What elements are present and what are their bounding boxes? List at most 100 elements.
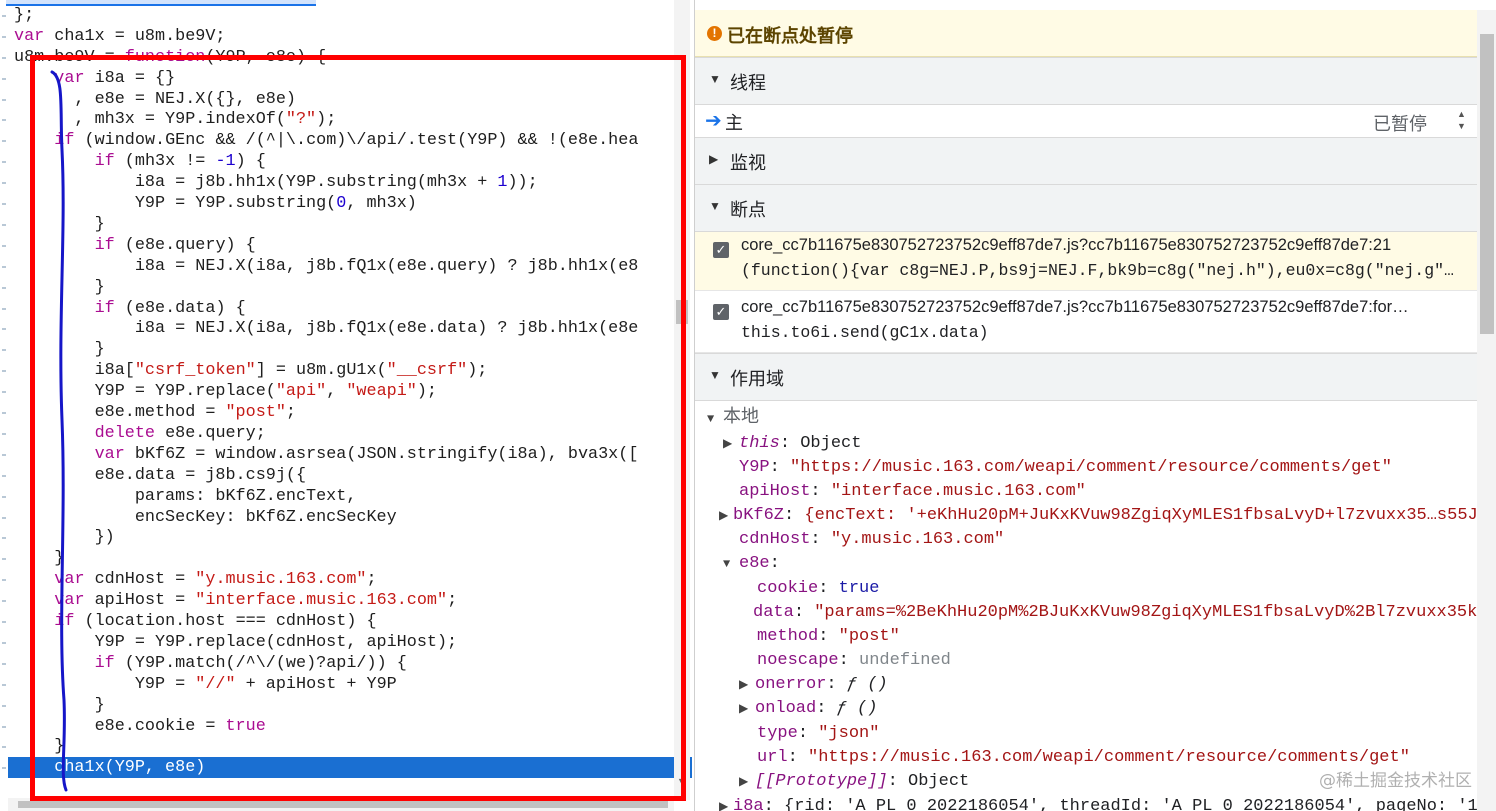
code-line[interactable]: if (Y9P.match(/^\/(we)?api/)) { [14,653,407,674]
prop-value: {encText: '+eKhHu20pM+JuKxKVuw98ZgiqXyML… [804,506,1488,525]
scrollbar-thumb[interactable] [676,300,688,324]
scope-prop-e8e[interactable]: ▼ e8e: [723,552,780,576]
spin-arrows-icon[interactable]: ▲ ▼ [1457,108,1466,132]
scope-prop-i8a[interactable]: ▶ i8a: {rid: 'A_PL_0_2022186054', threadI… [719,795,1478,811]
watch-section-header[interactable]: ▶ 监视 [695,137,1477,185]
code-line[interactable]: , e8e = NEJ.X({}, e8e) [14,89,296,110]
breakpoint-code: this.to6i.send(gC1x.data) [741,323,989,342]
threads-section-header[interactable]: ▼ 线程 [695,57,1477,105]
code-line[interactable]: } [14,214,105,235]
scope-prop-type[interactable]: type: "json" [757,722,879,746]
scroll-down-icon[interactable]: ▼ [677,776,686,786]
gutter-mark [2,391,6,394]
debugger-scrollbar[interactable] [1477,10,1496,811]
gutter-mark [2,307,6,310]
code-line[interactable]: delete e8e.query; [14,423,266,444]
code-horizontal-scrollbar[interactable] [8,798,674,811]
code-line[interactable]: i8a = NEJ.X(i8a, j8b.fQ1x(e8e.query) ? j… [14,256,639,277]
code-line[interactable]: u8m.be9V = function(Y9P, e8e) { [14,47,326,68]
scope-prop-method[interactable]: method: "post" [757,625,900,649]
source-code-panel[interactable]: }; var cha1x = u8m.be9V; u8m.be9V = functi… [0,0,692,811]
scope-prop-onerror[interactable]: ▶ onerror: ƒ () [739,673,888,697]
scope-prop-this[interactable]: ▶ this: Object [723,432,861,456]
current-thread-arrow-icon: ➔ [705,110,722,132]
code-line[interactable]: var apiHost = "interface.music.163.com"; [14,590,457,611]
scope-prop-apiHost[interactable]: apiHost: "interface.music.163.com" [739,480,1086,504]
prop-key: [[Prototype]] [755,772,888,791]
breakpoint-checkbox[interactable]: ✓ [713,304,729,320]
code-line[interactable]: e8e.cookie = true [14,716,266,737]
code-line[interactable]: } [14,277,105,298]
scope-prop-url[interactable]: url: "https://music.163.com/weapi/commen… [757,746,1410,770]
current-execution-line[interactable]: cha1x(Y9P, e8e) [8,757,692,779]
code-line[interactable]: , mh3x = Y9P.indexOf("?"); [14,109,336,130]
code-line[interactable]: if (e8e.query) { [14,235,256,256]
code-token: var [94,444,125,464]
scope-section-header[interactable]: ▼ 作用域 [695,353,1477,401]
code-line[interactable]: i8a = NEJ.X(i8a, j8b.fQ1x(e8e.data) ? j8… [14,318,639,339]
code-token: -1 [215,152,236,172]
prop-value: "https://music.163.com/weapi/comment/res… [790,458,1392,477]
scrollbar-thumb[interactable] [1480,34,1494,334]
code-line[interactable]: var cdnHost = "y.music.163.com"; [14,569,376,590]
code-line[interactable]: } [14,736,64,757]
code-line[interactable]: }; [14,5,34,26]
gutter-mark [2,558,6,561]
prop-key: onload [755,699,817,718]
code-line[interactable]: } [14,339,105,360]
gutter-mark [2,203,6,205]
prop-value: Object [800,434,862,453]
code-line[interactable]: }) [14,527,115,548]
prop-key: data [753,603,794,622]
code-line[interactable]: e8e.data = j8b.cs9j({ [14,465,306,486]
scope-prop-cookie[interactable]: cookie: true [757,577,879,601]
scope-prop-data[interactable]: data: "params=%2BeKhHu20pM%2BJuKxKVuw98Z… [753,601,1488,625]
code-line[interactable]: if (mh3x != -1) { [14,151,266,172]
breakpoint-item[interactable]: ✓ core_cc7b11675e830752723752c9eff87de7.… [695,232,1480,291]
code-line[interactable]: if (location.host === cdnHost) { [14,611,376,632]
breakpoint-checkbox[interactable]: ✓ [713,242,729,258]
code-line[interactable]: if (e8e.data) { [14,298,246,319]
prop-value: "y.music.163.com" [830,530,1005,549]
scope-prop-bKf6Z[interactable]: ▶ bKf6Z: {encText: '+eKhHu20pM+JuKxKVuw98… [719,504,1488,528]
code-line[interactable]: e8e.method = "post"; [14,402,296,423]
code-line[interactable]: } [14,548,64,569]
breakpoints-section-header[interactable]: ▼ 断点 [695,184,1477,232]
code-line[interactable]: var bKf6Z = window.asrsea(JSON.stringify… [14,444,639,465]
code-line[interactable]: Y9P = Y9P.substring(0, mh3x) [14,193,417,214]
code-token: i8a = NEJ.X(i8a, j8b.fQ1x(e8e.query) ? j… [14,256,639,276]
code-line[interactable]: Y9P = Y9P.replace("api", "weapi"); [14,381,437,402]
gutter-mark [2,56,6,59]
code-line[interactable]: } [14,695,105,716]
gutter-mark [2,14,6,17]
scrollbar-thumb[interactable] [18,801,668,808]
code-line[interactable]: if (window.GEnc && /(^|\.com)\/api/.test… [14,130,638,151]
code-line[interactable]: Y9P = Y9P.replace(cdnHost, apiHost); [14,632,458,653]
scope-prop-noescape[interactable]: noescape: undefined [757,649,951,673]
scope-prop-prototype[interactable]: ▶ [[Prototype]]: Object [739,770,969,794]
gutter-mark [2,641,6,644]
paused-banner: ! 已在断点处暂停 [695,10,1477,57]
code-token: i8a = NEJ.X(i8a, j8b.fQ1x(e8e.data) ? j8… [14,319,639,339]
code-line[interactable]: var i8a = {} [14,68,175,89]
thread-item-main[interactable]: ➔ 主 已暂停 ▲ ▼ [695,106,1477,136]
gutter-mark [2,328,6,331]
prop-key: url [757,748,788,767]
code-line[interactable]: i8a = j8b.hh1x(Y9P.substring(mh3x + 1)); [14,172,538,193]
scope-prop-Y9P[interactable]: Y9P: "https://music.163.com/weapi/commen… [739,456,1392,480]
code-line[interactable]: encSecKey: bKf6Z.encSecKey [14,507,397,528]
scope-prop-cdnHost[interactable]: cdnHost: "y.music.163.com" [739,528,1004,552]
local-scope-group[interactable]: ▼ 本地 [707,404,759,428]
code-line[interactable]: i8a["csrf_token"] = u8m.gU1x("__csrf"); [14,360,488,381]
code-line[interactable]: params: bKf6Z.encText, [14,486,357,507]
code-vertical-scrollbar[interactable]: ▼ [674,0,690,800]
code-token: } [14,549,65,569]
section-label: 监视 [730,153,766,173]
breakpoint-item[interactable]: ✓ core_cc7b11675e830752723752c9eff87de7.… [695,294,1477,353]
scope-prop-onload[interactable]: ▶ onload: ƒ () [739,697,877,721]
code-line[interactable]: var cha1x = u8m.be9V; [14,26,226,47]
code-line[interactable]: Y9P = "//" + apiHost + Y9P [14,674,397,695]
